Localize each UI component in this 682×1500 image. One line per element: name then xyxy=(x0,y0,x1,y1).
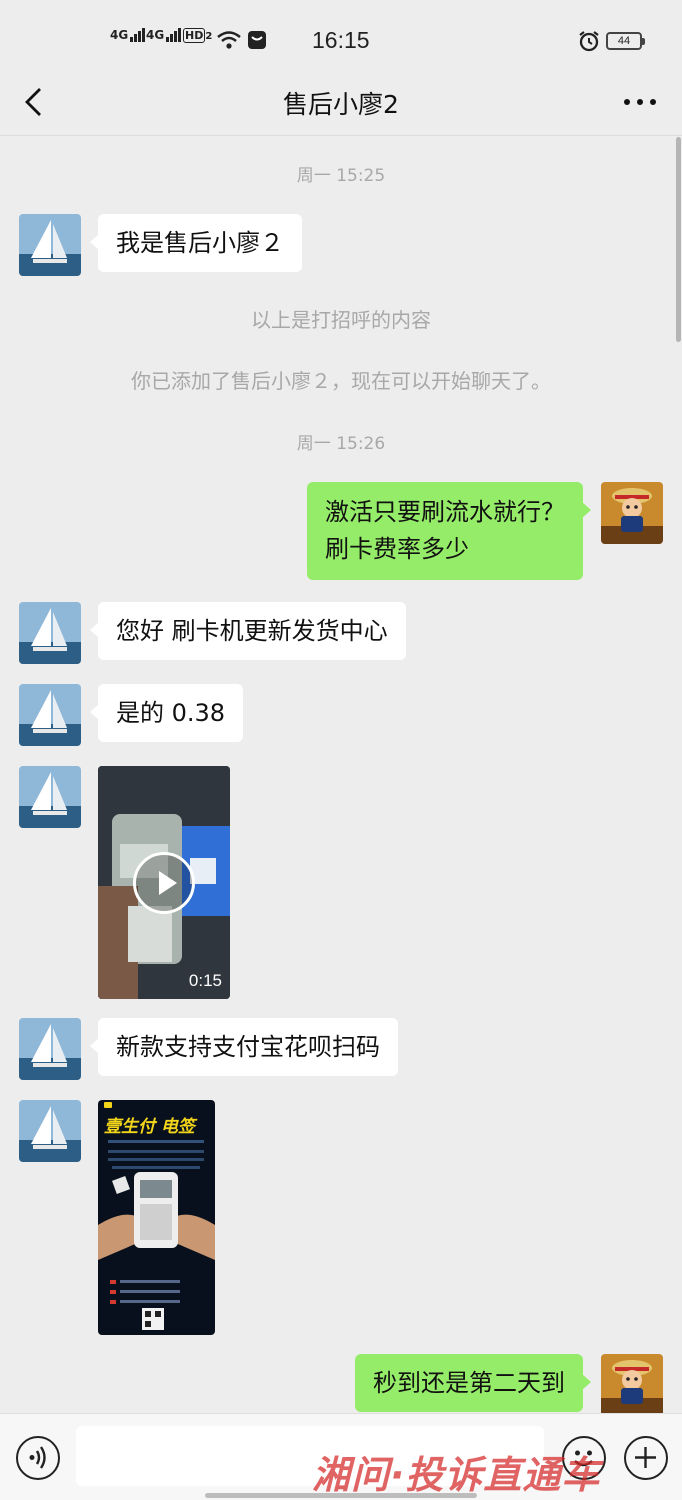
self-avatar[interactable] xyxy=(601,482,663,544)
video-message[interactable]: 0:15 xyxy=(98,766,230,999)
cellular-signal-icon: 4G xyxy=(146,28,182,42)
message-bubble[interactable]: 您好 刷卡机更新发货中心 xyxy=(90,602,406,660)
more-options-icon[interactable] xyxy=(620,88,660,116)
message-list[interactable]: 周一 15:25 我是售后小廖２ 以上是打招呼的内容 你已添加了售后小廖２，现在… xyxy=(0,137,682,1413)
contact-avatar[interactable] xyxy=(19,766,81,828)
own-message-bubble[interactable]: 秒到还是第二天到 xyxy=(355,1354,591,1412)
message-bubble[interactable]: 是的 0.38 xyxy=(89,684,244,742)
system-notice: 以上是打招呼的内容 xyxy=(251,308,431,332)
message-bubble[interactable]: 我是售后小廖２ xyxy=(90,214,302,272)
poster-graphic xyxy=(98,1102,215,1330)
input-bar: 湘问·投诉直通车 xyxy=(0,1413,682,1500)
video-duration: 0:15 xyxy=(188,971,222,990)
chat-title: 售后小廖2 xyxy=(283,90,399,119)
message-line: 激活只要刷流水就行？ xyxy=(325,498,565,526)
contact-avatar[interactable] xyxy=(19,1018,81,1080)
chat-header: 售后小廖2 xyxy=(0,70,682,136)
wifi-icon xyxy=(217,31,241,49)
own-message-bubble[interactable]: 激活只要刷流水就行？ 刷卡费率多少 xyxy=(307,482,591,580)
clock-time: 16:15 xyxy=(312,27,370,53)
timestamp: 周一 15:25 xyxy=(296,166,386,186)
hd-voice-icon: HD 2 xyxy=(183,28,213,43)
self-avatar[interactable] xyxy=(601,1354,663,1413)
battery-icon: 44 xyxy=(606,32,645,50)
contact-avatar[interactable] xyxy=(19,214,81,276)
alarm-icon xyxy=(579,31,599,52)
cellular-signal-icon: 4G xyxy=(110,28,146,42)
voice-input-icon[interactable] xyxy=(16,1436,60,1480)
watermark-logo: 湘问·投诉直通车 xyxy=(312,1453,601,1497)
message-bubble[interactable]: 新款支持支付宝花呗扫码 xyxy=(90,1018,398,1076)
contact-avatar[interactable] xyxy=(19,684,81,746)
notification-app-icon xyxy=(248,31,266,49)
contact-avatar[interactable] xyxy=(19,602,81,664)
more-functions-icon[interactable] xyxy=(624,1436,668,1480)
contact-avatar[interactable] xyxy=(19,1100,81,1162)
status-bar: 4G 4G HD 2 16:15 44 xyxy=(0,0,682,70)
home-indicator[interactable] xyxy=(205,1493,477,1498)
system-notice: 你已添加了售后小廖２，现在可以开始聊天了。 xyxy=(131,369,551,393)
play-icon[interactable] xyxy=(133,852,195,914)
message-line: 刷卡费率多少 xyxy=(325,535,469,563)
timestamp: 周一 15:26 xyxy=(296,434,386,454)
image-message[interactable]: 壹生付 电签 xyxy=(98,1100,215,1335)
